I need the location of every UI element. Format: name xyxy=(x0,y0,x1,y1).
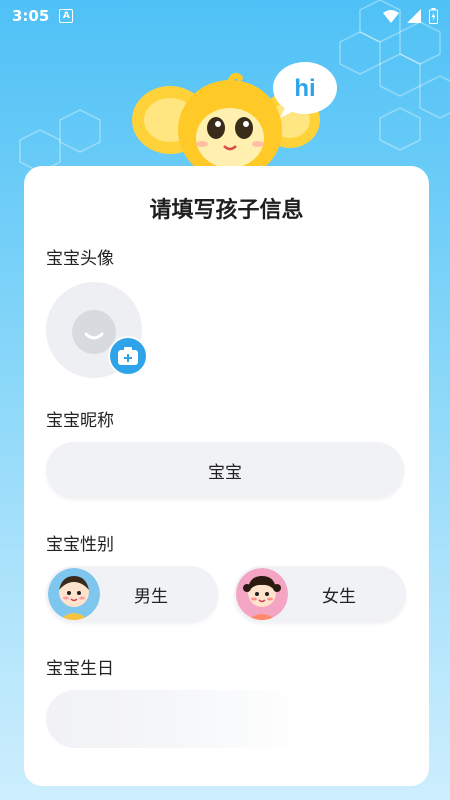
signal-icon xyxy=(407,9,421,23)
status-bar: 3:05 A xyxy=(0,0,450,32)
birthday-input[interactable] xyxy=(46,690,429,748)
birthday-label: 宝宝生日 xyxy=(46,659,114,679)
page-title: 请填写孩子信息 xyxy=(149,198,304,223)
camera-add-icon xyxy=(118,347,138,365)
status-time: 3:05 xyxy=(12,7,50,25)
child-info-card: 请填写孩子信息 宝宝头像 宝宝昵称 宝宝 宝宝性别 男生 女生 宝宝生日 xyxy=(24,166,429,786)
battery-icon xyxy=(429,8,438,24)
gender-option-girl-label: 女生 xyxy=(322,586,356,607)
avatar-upload[interactable] xyxy=(46,282,156,382)
monkey-mascot-icon: hi xyxy=(132,62,337,178)
notification-a-icon: A xyxy=(59,9,74,23)
avatar-label: 宝宝头像 xyxy=(46,249,114,269)
girl-avatar-icon xyxy=(236,568,288,620)
wifi-icon xyxy=(383,9,399,23)
nickname-input[interactable]: 宝宝 xyxy=(46,442,404,498)
boy-avatar-icon xyxy=(48,568,100,620)
gender-option-girl[interactable]: 女生 xyxy=(234,566,406,622)
speech-bubble-text: hi xyxy=(294,75,315,102)
gender-option-boy[interactable]: 男生 xyxy=(46,566,218,622)
nickname-label: 宝宝昵称 xyxy=(46,411,114,431)
camera-add-button[interactable] xyxy=(108,336,148,376)
gender-label: 宝宝性别 xyxy=(46,535,114,555)
gender-option-boy-label: 男生 xyxy=(134,586,168,607)
